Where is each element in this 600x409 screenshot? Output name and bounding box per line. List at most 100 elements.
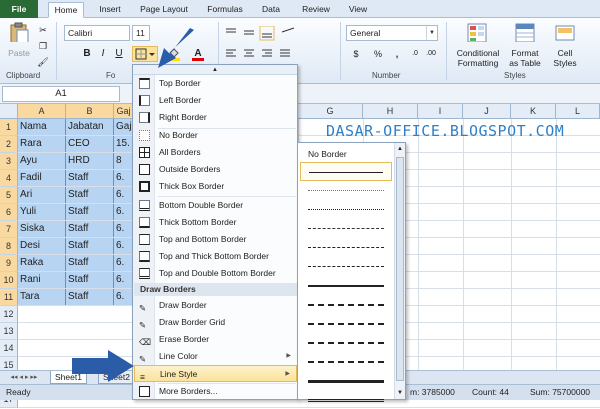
menu-item-top-border[interactable]: Top Border [134, 75, 297, 92]
table-cell[interactable]: Staff [66, 238, 114, 255]
menu-item-top-and-thick-bottom-border[interactable]: Top and Thick Bottom Border [134, 248, 297, 265]
line-style-no-border[interactable]: No Border [308, 149, 347, 159]
table-cell[interactable]: Staff [66, 221, 114, 238]
table-cell[interactable]: Rani [18, 272, 66, 289]
underline-button[interactable]: U [112, 46, 126, 62]
menu-item-line-style[interactable]: ≡ Line Style ▶ [134, 365, 297, 382]
line-style-option[interactable] [300, 333, 392, 352]
tab-insert[interactable]: Insert [92, 2, 128, 18]
line-style-option[interactable] [300, 181, 392, 200]
table-cell[interactable]: 6. [114, 170, 134, 187]
tab-home[interactable]: Home [48, 2, 84, 18]
select-all-corner[interactable] [0, 104, 18, 119]
row-header[interactable]: 11 [0, 289, 18, 306]
scroll-down-icon[interactable]: ▼ [395, 387, 405, 399]
currency-button[interactable]: $ [348, 46, 364, 62]
bold-button[interactable]: B [80, 46, 94, 62]
tab-review[interactable]: Review [298, 2, 334, 18]
cut-icon[interactable]: ✂ [36, 22, 50, 38]
tab-view[interactable]: View [344, 2, 372, 18]
row-header[interactable]: 14 [0, 340, 18, 357]
conditional-formatting-icon[interactable] [466, 22, 488, 42]
tab-formulas[interactable]: Formulas [202, 2, 248, 18]
menu-item-top-and-double-bottom-border[interactable]: Top and Double Bottom Border [134, 265, 297, 282]
table-cell[interactable]: Rara [18, 136, 66, 153]
name-box[interactable]: A1 [2, 86, 120, 102]
line-style-option[interactable] [300, 162, 392, 181]
increase-decimal-icon[interactable]: .0 [408, 46, 422, 62]
table-cell[interactable]: 6. [114, 221, 134, 238]
row-header[interactable]: 5 [0, 187, 18, 204]
copy-icon[interactable]: ❐ [36, 38, 50, 54]
line-style-option[interactable] [300, 314, 392, 333]
table-cell[interactable]: Ari [18, 187, 66, 204]
menu-item-thick-box-border[interactable]: Thick Box Border [134, 178, 297, 195]
menu-item-all-borders[interactable]: All Borders [134, 144, 297, 161]
line-style-option[interactable] [300, 276, 392, 295]
column-header[interactable]: K [511, 104, 556, 119]
table-cell[interactable]: 8 [114, 153, 134, 170]
alignment-icons[interactable] [224, 26, 314, 66]
column-header[interactable]: A [18, 104, 66, 119]
line-style-option[interactable] [300, 371, 392, 390]
table-cell[interactable]: HRD [66, 153, 114, 170]
menu-item-draw-border-grid[interactable]: ✎ Draw Border Grid [134, 314, 297, 331]
row-header[interactable]: 10 [0, 272, 18, 289]
table-cell[interactable]: Yuli [18, 204, 66, 221]
table-cell[interactable]: Staff [66, 289, 114, 306]
column-header[interactable]: Gaj [114, 104, 134, 119]
table-cell[interactable]: Ayu [18, 153, 66, 170]
scroll-thumb[interactable] [396, 157, 404, 381]
table-cell[interactable]: Staff [66, 204, 114, 221]
menu-item-erase-border[interactable]: ⌫ Erase Border [134, 331, 297, 348]
table-cell[interactable]: 6. [114, 238, 134, 255]
row-header[interactable]: 7 [0, 221, 18, 238]
table-cell[interactable]: Staff [66, 170, 114, 187]
column-header[interactable]: I [418, 104, 463, 119]
line-style-option[interactable] [300, 219, 392, 238]
column-header[interactable]: B [66, 104, 114, 119]
table-cell[interactable]: Raka [18, 255, 66, 272]
table-cell[interactable]: Tara [18, 289, 66, 306]
table-cell[interactable]: 6. [114, 204, 134, 221]
table-cell[interactable]: Staff [66, 255, 114, 272]
row-header[interactable]: 2 [0, 136, 18, 153]
paste-button[interactable]: Paste [4, 48, 34, 58]
paste-icon[interactable] [8, 22, 30, 42]
row-header[interactable]: 12 [0, 306, 18, 323]
number-format-combo[interactable]: General ▼ [346, 25, 438, 41]
row-header[interactable]: 3 [0, 153, 18, 170]
table-cell[interactable]: Desi [18, 238, 66, 255]
table-cell[interactable]: Siska [18, 221, 66, 238]
format-as-table-icon[interactable] [514, 22, 536, 42]
line-style-option[interactable] [300, 257, 392, 276]
cell-styles-button[interactable]: Cell Styles [548, 48, 582, 68]
table-cell[interactable]: 6. [114, 289, 134, 306]
row-header[interactable]: 1 [0, 119, 18, 136]
row-header[interactable]: 13 [0, 323, 18, 340]
menu-item-draw-border[interactable]: ✎ Draw Border [134, 297, 297, 314]
comma-button[interactable]: , [390, 46, 404, 62]
table-cell[interactable]: Gaj [114, 119, 134, 136]
decrease-decimal-icon[interactable]: .00 [424, 46, 438, 62]
font-size-combo[interactable]: 11 [132, 25, 150, 41]
table-cell[interactable]: 6. [114, 255, 134, 272]
line-style-option[interactable] [300, 200, 392, 219]
tab-file[interactable]: File [0, 0, 38, 18]
column-header[interactable]: J [463, 104, 511, 119]
line-style-option[interactable] [300, 238, 392, 257]
conditional-formatting-button[interactable]: Conditional Formatting [450, 48, 506, 68]
menu-item-thick-bottom-border[interactable]: Thick Bottom Border [134, 214, 297, 231]
cell-styles-icon[interactable] [554, 22, 576, 42]
table-cell[interactable]: 6. [114, 187, 134, 204]
table-cell[interactable]: Nama [18, 119, 66, 136]
tab-data[interactable]: Data [256, 2, 286, 18]
italic-button[interactable]: I [96, 46, 110, 62]
menu-item-line-color[interactable]: ✎ Line Color ▶ [134, 348, 297, 365]
table-cell[interactable]: Staff [66, 187, 114, 204]
menu-item-bottom-double-border[interactable]: Bottom Double Border [134, 197, 297, 214]
percent-button[interactable]: % [370, 46, 386, 62]
table-cell[interactable]: Fadil [18, 170, 66, 187]
table-cell[interactable]: 15. [114, 136, 134, 153]
line-style-option[interactable] [300, 352, 392, 371]
